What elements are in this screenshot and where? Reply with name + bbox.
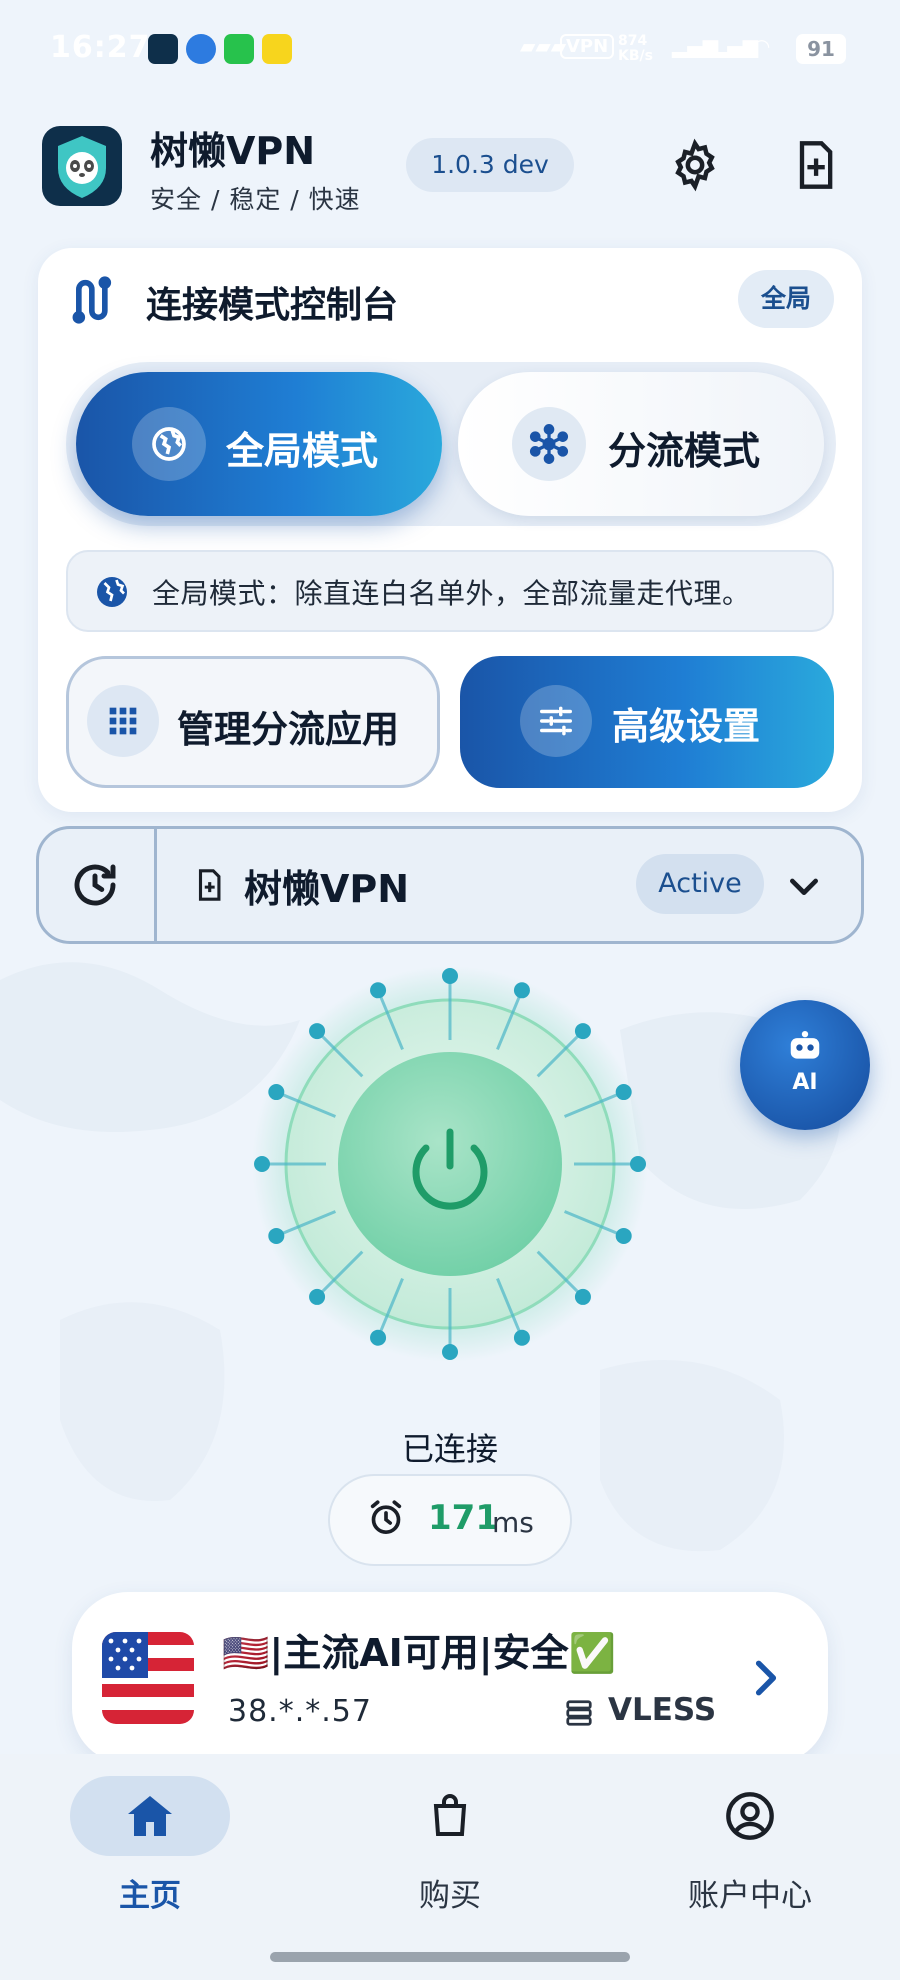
robot-icon bbox=[790, 1030, 820, 1059]
connection-status: 已连接 bbox=[401, 1430, 498, 1468]
status-time: 16:27 bbox=[50, 30, 151, 65]
import-config-button[interactable] bbox=[784, 134, 846, 196]
current-mode-badge: 全局 bbox=[738, 270, 834, 328]
global-mode-label: 全局模式 bbox=[226, 429, 379, 473]
sliders-icon bbox=[520, 685, 592, 757]
split-mode-label: 分流模式 bbox=[608, 429, 761, 473]
app-logo bbox=[42, 126, 122, 206]
grid-icon bbox=[87, 685, 159, 757]
split-mode-button[interactable]: 分流模式 bbox=[458, 372, 824, 516]
dial-dot bbox=[370, 1329, 387, 1346]
add-file-icon bbox=[799, 141, 833, 189]
account-icon[interactable] bbox=[724, 1790, 776, 1842]
manage-split-apps-label: 管理分流应用 bbox=[177, 708, 399, 751]
server-protocol: VLESS bbox=[608, 1692, 717, 1728]
chevron-down-icon[interactable] bbox=[784, 866, 824, 906]
ai-assistant-button[interactable] bbox=[740, 1000, 870, 1130]
vpn-indicator: VPN bbox=[560, 34, 615, 59]
dial-dot bbox=[268, 1084, 285, 1101]
nav-account[interactable]: 账户中心 bbox=[650, 1870, 850, 1915]
manage-split-apps-button[interactable]: 管理分流应用 bbox=[66, 656, 440, 788]
dial-dot bbox=[442, 1344, 458, 1360]
file-icon bbox=[198, 869, 221, 901]
version-badge: 1.0.3 dev bbox=[406, 138, 574, 192]
dial-dot bbox=[513, 1329, 530, 1346]
connect-power-button[interactable] bbox=[246, 960, 654, 1368]
history-icon[interactable] bbox=[68, 858, 122, 912]
latency-unit: ms bbox=[492, 1506, 534, 1539]
settings-button[interactable] bbox=[664, 134, 726, 196]
dial-dot bbox=[309, 1288, 326, 1305]
wechat-icon bbox=[224, 34, 254, 64]
network-speed: 874 KB/s bbox=[618, 33, 653, 64]
console-title: 连接模式控制台 bbox=[146, 285, 399, 326]
global-mode-button[interactable]: 全局模式 bbox=[76, 372, 442, 516]
subscription-status-badge: Active bbox=[636, 854, 764, 914]
us-flag-icon bbox=[102, 1632, 194, 1724]
settings-icon bbox=[675, 138, 715, 192]
advanced-settings-label: 高级设置 bbox=[612, 705, 760, 748]
alarm-clock-icon bbox=[370, 1500, 402, 1534]
browser-app-icon bbox=[186, 34, 216, 64]
ai-label: AI bbox=[792, 1070, 818, 1095]
route-icon bbox=[72, 276, 112, 324]
gesture-home-bar bbox=[270, 1952, 630, 1962]
notes-app-icon bbox=[262, 34, 292, 64]
mode-info-text: 全局模式：除直连白名单外，全部流量走代理。 bbox=[152, 577, 751, 610]
globe-icon bbox=[132, 407, 206, 481]
subscription-name: 树懒VPN bbox=[244, 867, 410, 911]
dial-dot bbox=[574, 1288, 591, 1305]
app-tagline: 安全 / 稳定 / 快速 bbox=[150, 185, 361, 214]
latency-value: 171 bbox=[428, 1498, 499, 1538]
dial-dot bbox=[254, 1156, 270, 1172]
dial-dot bbox=[615, 1227, 632, 1244]
dial-dot bbox=[268, 1227, 285, 1244]
advanced-settings-button[interactable]: 高级设置 bbox=[460, 656, 834, 788]
app-name: 树懒VPN bbox=[150, 129, 316, 173]
dial-dot bbox=[442, 968, 458, 984]
hub-icon bbox=[512, 407, 586, 481]
dial-dot bbox=[513, 982, 530, 999]
dial-dot bbox=[370, 982, 387, 999]
nav-purchase[interactable]: 购买 bbox=[350, 1870, 550, 1915]
bag-icon[interactable] bbox=[426, 1792, 474, 1840]
wifi-icon: ◠ bbox=[754, 34, 770, 58]
dial-dot bbox=[630, 1156, 646, 1172]
home-icon[interactable] bbox=[126, 1794, 174, 1838]
status-bar: 16:27 ▰▰▰ VPN 874 KB/s ▂▄▆ ▂▄▆ ◠ 91 bbox=[0, 0, 900, 100]
cellular-signal-icon-2: ▂▄▆ bbox=[712, 34, 759, 58]
nav-home[interactable]: 主页 bbox=[50, 1870, 250, 1915]
server-name: 🇺🇸|主流AI可用|安全✅ bbox=[222, 1631, 616, 1675]
globe-info-icon bbox=[97, 577, 127, 607]
dial-dot bbox=[309, 1023, 326, 1040]
shield-app-icon bbox=[148, 34, 178, 64]
server-ip: 38.*.*.57 bbox=[228, 1694, 372, 1729]
dial-dot bbox=[574, 1023, 591, 1040]
server-stack-icon bbox=[566, 1700, 592, 1726]
subscription-divider bbox=[154, 829, 157, 941]
dial-dot bbox=[615, 1084, 632, 1101]
battery-indicator: 91 bbox=[796, 34, 846, 64]
chevron-right-icon[interactable] bbox=[748, 1656, 784, 1700]
